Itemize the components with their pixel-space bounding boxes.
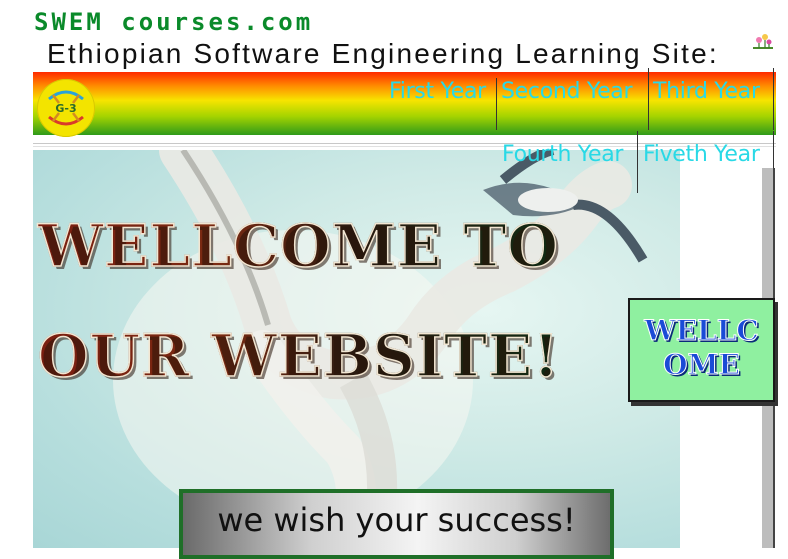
nav-fiveth-year[interactable]: Fiveth Year (643, 142, 760, 167)
nav-fourth-year[interactable]: Fourth Year (502, 142, 623, 167)
hero-headline-line2: OUR WEBSITE! (37, 321, 560, 391)
flower-icon (753, 34, 773, 49)
site-subtitle: Ethiopian Software Engineering Learning … (47, 38, 719, 69)
site-name: SWEM courses.com (34, 8, 314, 36)
welcome-box: WELLC OME (628, 298, 775, 402)
nav-separator (637, 131, 638, 193)
nav-separator (496, 78, 497, 130)
success-message: we wish your success! (217, 501, 576, 539)
nav-third-year[interactable]: Third Year (653, 79, 760, 104)
nav-separator (648, 68, 649, 130)
welcome-box-line2: OME (663, 348, 741, 382)
nav-first-year[interactable]: First Year (389, 79, 486, 104)
welcome-box-line1: WELLC (644, 314, 759, 348)
nav-second-year[interactable]: Second Year (501, 79, 633, 104)
hero-headline-line1: WELLCOME TO (37, 211, 559, 281)
nav-separator (773, 68, 774, 130)
logo-emblem-icon: G-3 (39, 81, 93, 135)
success-banner: we wish your success! (179, 489, 614, 559)
site-logo[interactable]: G-3 (37, 79, 95, 137)
logo-text: G-3 (55, 102, 76, 115)
